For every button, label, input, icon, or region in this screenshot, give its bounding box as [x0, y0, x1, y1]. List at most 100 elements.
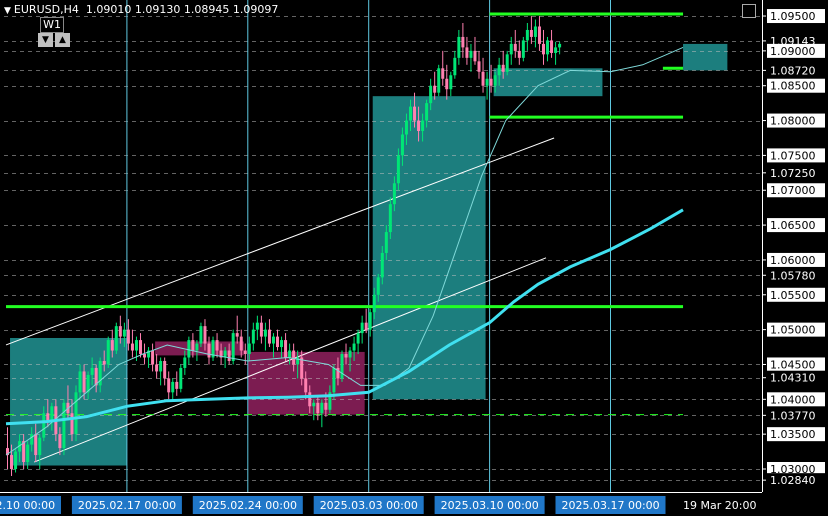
candle-body: [155, 364, 159, 372]
price-label: 1.04500: [770, 358, 816, 371]
candle-body: [465, 47, 469, 58]
candle-body: [118, 326, 122, 337]
chart-corner-button[interactable]: [742, 4, 756, 18]
price-label: 1.06000: [770, 254, 816, 267]
candle-body: [251, 329, 255, 344]
candle-body: [550, 40, 554, 53]
price-label: 1.03500: [770, 428, 816, 441]
candle-body: [441, 68, 445, 79]
candle-body: [501, 64, 505, 72]
candle-body: [445, 78, 449, 90]
candle-body: [392, 183, 396, 205]
candle-body: [304, 378, 308, 393]
candle-body: [38, 437, 42, 456]
candle-body: [437, 68, 441, 93]
price-label: 1.03770: [770, 409, 816, 422]
candle-body: [541, 43, 545, 55]
candle-body: [195, 343, 199, 351]
candle-body: [114, 326, 118, 351]
price-label: 1.07250: [770, 167, 816, 180]
candle-body: [372, 294, 376, 313]
candle-body: [388, 204, 392, 233]
zone-cyan: [372, 96, 486, 400]
candle-body: [396, 155, 400, 184]
symbol-label: EURUSD,H4: [13, 3, 79, 16]
price-label: 1.09500: [770, 10, 816, 23]
price-label: 1.07500: [770, 149, 816, 162]
candle-body: [521, 40, 525, 58]
candle-body: [453, 57, 457, 76]
price-label: 1.05780: [770, 269, 816, 282]
candle-body: [134, 340, 138, 351]
candle-body: [78, 371, 82, 393]
candle-body: [433, 85, 437, 93]
candle-body: [231, 333, 235, 361]
candle-body: [485, 78, 489, 86]
candle-body: [74, 392, 78, 435]
candle-body: [90, 367, 94, 375]
candle-body: [179, 367, 183, 389]
date-label: 19 Mar 20:00: [683, 499, 756, 512]
timeframe-arrows: ▼ ▲: [38, 33, 70, 47]
candle-body: [187, 340, 191, 358]
candle-body: [183, 357, 187, 368]
timeframe-badge[interactable]: W1: [40, 17, 64, 33]
candle-body: [449, 75, 453, 90]
candle-body: [425, 103, 429, 121]
candle-body: [239, 336, 243, 351]
candle-body: [352, 343, 356, 351]
candle-body: [215, 340, 219, 351]
candle-body: [276, 336, 280, 348]
candle-body: [126, 329, 130, 344]
candle-body: [537, 26, 541, 44]
candle-body: [300, 357, 304, 379]
candle-body: [497, 64, 501, 76]
arrow-down-icon[interactable]: ▼: [38, 33, 53, 47]
candle-body: [316, 402, 320, 414]
candle-body: [46, 413, 50, 421]
candle-body: [356, 333, 360, 344]
dropdown-triangle-icon[interactable]: ▼: [4, 6, 11, 16]
candle-body: [271, 336, 275, 344]
price-chart[interactable]: 1.095001.091431.090001.087201.085001.080…: [0, 0, 828, 516]
date-label: 2025.02.17 00:00: [78, 499, 176, 512]
candle-body: [10, 455, 14, 470]
candle-body: [340, 354, 344, 379]
candle-body: [199, 326, 203, 344]
date-label: 2025.03.10 00:00: [441, 499, 539, 512]
chart-header: ▼ EURUSD,H4 1.09010 1.09130 1.08945 1.090…: [4, 3, 278, 16]
candle-body: [413, 106, 417, 121]
candle-body: [159, 360, 163, 372]
candle-body: [513, 43, 517, 51]
candle-body: [477, 61, 481, 72]
candle-body: [481, 71, 485, 86]
price-label: 1.05000: [770, 324, 816, 337]
candle-body: [227, 350, 231, 361]
zone-cyan: [683, 43, 728, 71]
candle-body: [364, 322, 368, 330]
price-label: 1.08720: [770, 64, 816, 77]
candle-body: [505, 54, 509, 72]
candle-body: [525, 29, 529, 41]
candle-body: [70, 413, 74, 435]
candle-body: [332, 367, 336, 393]
candle-body: [469, 50, 473, 58]
price-label: 1.04310: [770, 372, 816, 385]
candle-body: [14, 451, 18, 470]
candle-body: [175, 381, 179, 389]
candle-body: [292, 350, 296, 365]
candle-body: [122, 329, 126, 337]
candle-body: [34, 434, 38, 456]
candle-body: [26, 444, 30, 463]
candle-body: [380, 252, 384, 278]
candle-body: [243, 350, 247, 355]
candle-body: [461, 36, 465, 48]
arrow-up-icon[interactable]: ▲: [55, 33, 70, 47]
candle-body: [546, 40, 550, 55]
candle-body: [400, 134, 404, 156]
price-label: 1.04000: [770, 393, 816, 406]
candle-body: [247, 343, 251, 355]
zone-cyan: [493, 68, 603, 97]
candle-body: [344, 354, 348, 358]
high-value: 1.09130: [134, 3, 181, 16]
